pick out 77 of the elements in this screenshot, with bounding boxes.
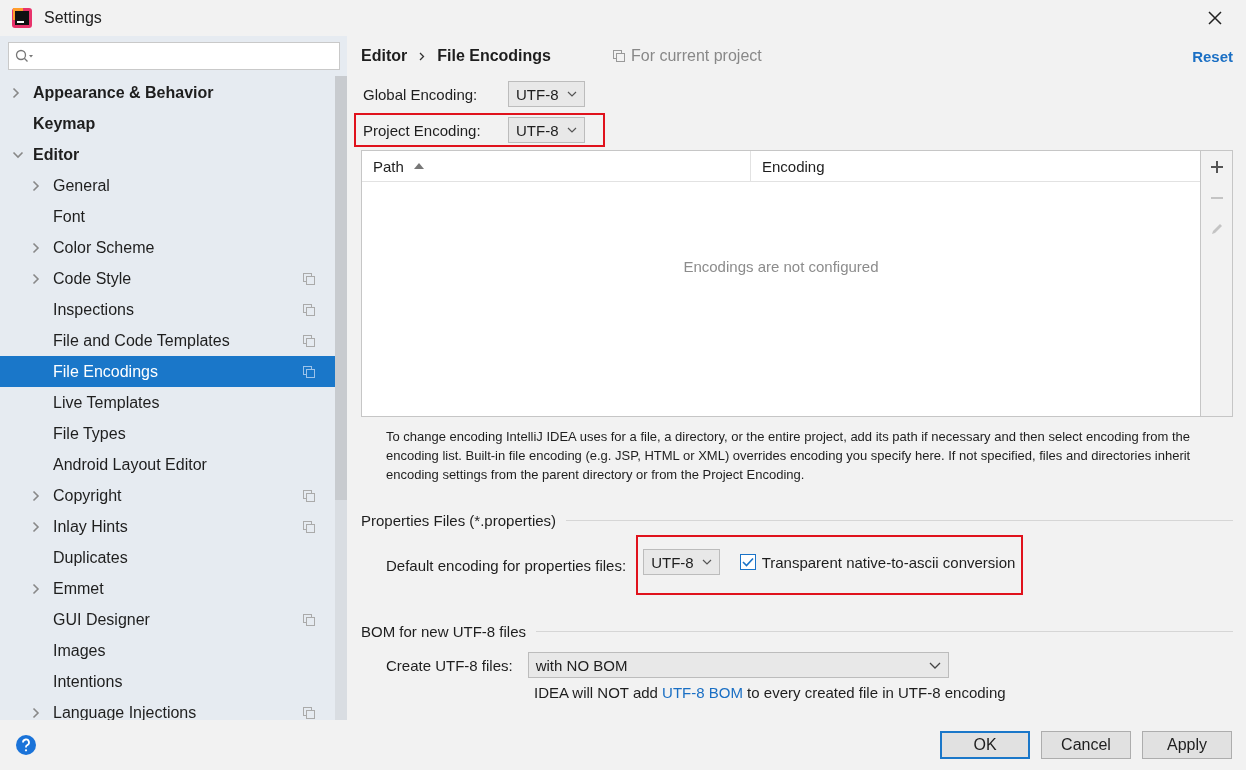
caret-icon [928, 661, 941, 669]
bom-dropdown[interactable]: with NO BOM [527, 652, 949, 678]
tree-item[interactable]: Editor [0, 139, 335, 170]
empty-table-message: Encodings are not configured [683, 257, 879, 275]
copy-icon [303, 613, 315, 626]
tree-item[interactable]: Font [0, 201, 335, 232]
field-label: Default encoding for properties files: [386, 556, 627, 574]
tree-item[interactable]: Appearance & Behavior [0, 77, 335, 108]
app-logo-icon [12, 8, 32, 28]
tree-item[interactable]: Language Injections [0, 697, 335, 720]
tree-item[interactable]: GUI Designer [0, 604, 335, 635]
expand-chevron-icon[interactable] [32, 179, 40, 192]
window-title: Settings [44, 9, 102, 27]
copy-icon [303, 334, 315, 347]
expand-chevron-icon[interactable] [32, 272, 40, 285]
copy-icon [303, 520, 315, 533]
tree-item[interactable]: Live Templates [0, 387, 335, 418]
section-title: Properties Files (*.properties) [361, 512, 557, 529]
caret-icon [701, 559, 712, 565]
expand-chevron-icon[interactable] [32, 520, 40, 533]
tree-item[interactable]: Images [0, 635, 335, 666]
field-label: Create UTF-8 files: [386, 656, 513, 674]
field-label: Global Encoding: [363, 85, 479, 103]
column-header[interactable]: Path [362, 151, 751, 181]
copy-icon [303, 303, 315, 316]
tree-item[interactable]: Inspections [0, 294, 335, 325]
copy-icon [613, 50, 625, 62]
collapse-chevron-icon[interactable] [12, 150, 24, 159]
encoding-dropdown[interactable]: UTF-8 [643, 549, 720, 575]
tree-item[interactable]: Android Layout Editor [0, 449, 335, 480]
add-icon[interactable] [1209, 160, 1224, 174]
copy-icon [303, 272, 315, 285]
field-label: Project Encoding: [363, 121, 482, 139]
dialog-button[interactable]: Cancel [1041, 731, 1131, 759]
expand-chevron-icon[interactable] [12, 86, 20, 99]
expand-chevron-icon[interactable] [32, 706, 40, 719]
tree-item[interactable]: Inlay Hints [0, 511, 335, 542]
reset-link[interactable]: Reset [1192, 47, 1233, 65]
encoding-dropdown[interactable]: UTF-8 [508, 81, 585, 107]
tree-item[interactable]: Code Style [0, 263, 335, 294]
tree-item[interactable]: General [0, 170, 335, 201]
checkbox[interactable] [739, 554, 756, 570]
caret-icon [566, 127, 577, 133]
encoding-dropdown[interactable]: UTF-8 [508, 117, 585, 143]
tree-item[interactable]: Emmet [0, 573, 335, 604]
expand-chevron-icon[interactable] [32, 582, 40, 595]
breadcrumb-item: Editor [361, 47, 408, 65]
dialog-button[interactable]: Apply [1142, 731, 1232, 759]
search-icon [15, 49, 35, 63]
bom-link[interactable]: UTF-8 BOM [662, 684, 743, 701]
caret-icon [566, 91, 577, 97]
expand-chevron-icon[interactable] [32, 489, 40, 502]
tree-item[interactable]: File and Code Templates [0, 325, 335, 356]
sort-ascending-icon [412, 162, 425, 170]
copy-icon [303, 365, 315, 378]
tree-item[interactable]: Color Scheme [0, 232, 335, 263]
tree-item[interactable]: File Types [0, 418, 335, 449]
scope-label: For current project [631, 47, 762, 65]
search-field[interactable] [8, 42, 340, 70]
close-icon[interactable] [1208, 11, 1222, 25]
help-button[interactable] [15, 734, 37, 756]
checkbox-label[interactable]: Transparent native-to-ascii conversion [761, 553, 1016, 571]
tree-item[interactable]: Keymap [0, 108, 335, 139]
expand-chevron-icon[interactable] [32, 241, 40, 254]
help-text: To change encoding IntelliJ IDEA uses for a file, a directory, or the entire project, add its path if necessary and then select encoding from the encoding list. Built-in file encoding (e.g. JSP, HTML or XML) overrides encoding you specify here. If not specified, files and directories inherit encoding settings from the parent directory or from the Project Encoding. [386, 428, 1192, 484]
breadcrumb-item: File Encodings [437, 47, 551, 65]
dialog-button[interactable]: OK [940, 731, 1030, 759]
scrollbar-thumb[interactable] [335, 76, 347, 500]
tree-item[interactable]: Intentions [0, 666, 335, 697]
bom-note: IDEA will NOT add UTF-8 BOM to every created file in UTF-8 encoding [534, 684, 1007, 701]
tree-item[interactable]: Duplicates [0, 542, 335, 573]
tree-item[interactable]: File Encodings [0, 356, 335, 387]
section-title: BOM for new UTF-8 files [361, 623, 527, 640]
copy-icon [303, 489, 315, 502]
column-header[interactable]: Encoding [751, 151, 825, 181]
breadcrumb-chevron-icon [419, 51, 426, 61]
tree-item[interactable]: Copyright [0, 480, 335, 511]
